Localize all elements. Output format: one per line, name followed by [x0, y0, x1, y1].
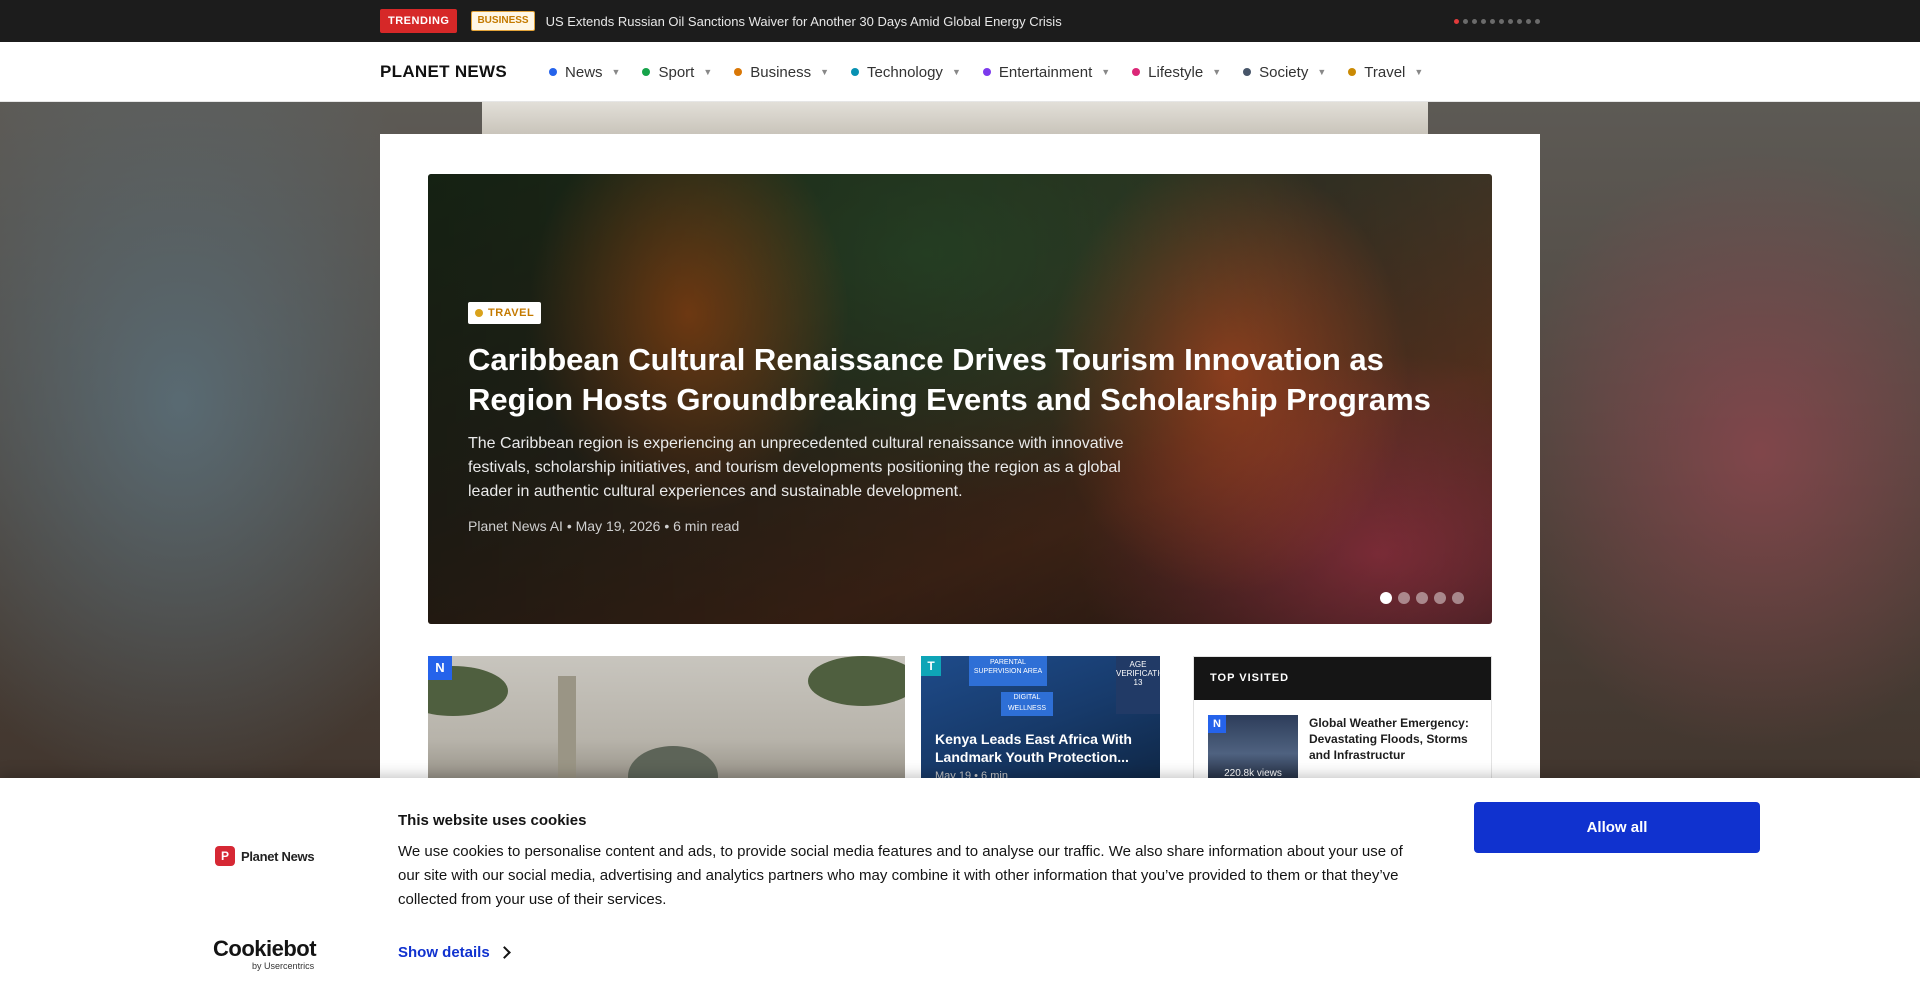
- show-details-link[interactable]: Show details: [398, 944, 511, 961]
- nav-item-news[interactable]: News ▼: [549, 64, 620, 81]
- allow-all-button[interactable]: Allow all: [1474, 802, 1760, 853]
- chevron-down-icon[interactable]: ▼: [1414, 67, 1423, 77]
- trending-dot[interactable]: [1481, 18, 1486, 24]
- trending-dot[interactable]: [1454, 18, 1459, 24]
- nav-item-label: Lifestyle: [1148, 63, 1204, 81]
- image-sign: PARENTAL SUPERVISION AREA: [969, 656, 1047, 686]
- top-visited-thumbnail[interactable]: N 220.8k views: [1208, 715, 1298, 785]
- hero-content: TRAVEL Caribbean Cultural Renaissance Dr…: [468, 302, 1448, 534]
- card-title-link[interactable]: Kenya Leads East Africa With Landmark Yo…: [935, 730, 1150, 766]
- top-visited-item[interactable]: N 220.8k views Global Weather Emergency:…: [1208, 715, 1483, 785]
- category-dot-icon: [642, 68, 651, 76]
- chevron-down-icon[interactable]: ▼: [1317, 67, 1326, 77]
- top-visited-title-link[interactable]: Global Weather Emergency: Devastating Fl…: [1309, 715, 1483, 785]
- category-dot-icon: [549, 68, 558, 76]
- background-newspaper-strip: [482, 102, 1428, 134]
- category-letter-badge: N: [428, 656, 452, 680]
- nav-item-label: Travel: [1364, 63, 1406, 81]
- cookiebot-wordmark: Cookiebot: [213, 936, 317, 961]
- trending-dot[interactable]: [1508, 18, 1513, 24]
- category-dot-icon: [475, 309, 483, 317]
- show-details-label: Show details: [398, 944, 490, 961]
- category-dot-icon: [1132, 68, 1141, 76]
- top-visited-widget: TOP VISITED N 220.8k views Global Weathe…: [1193, 656, 1492, 796]
- top-visited-header: TOP VISITED: [1194, 657, 1491, 700]
- hero-meta: Planet News AI • May 19, 2026 • 6 min re…: [468, 518, 740, 534]
- cookie-text: We use cookies to personalise content an…: [398, 843, 1403, 908]
- chevron-down-icon[interactable]: ▼: [1212, 67, 1221, 77]
- article-card-large[interactable]: N: [428, 656, 905, 796]
- nav-item-label: Business: [750, 63, 812, 81]
- chevron-down-icon[interactable]: ▼: [820, 67, 829, 77]
- palm-shape: [808, 656, 905, 706]
- hero-slide-dot[interactable]: [1416, 592, 1428, 604]
- brand-mark-icon: P: [215, 846, 235, 866]
- navbar-inner: PLANET NEWS News ▼ Sport ▼ Business ▼ Technolo…: [380, 42, 1540, 102]
- chevron-down-icon[interactable]: ▼: [1101, 67, 1110, 77]
- chevron-right-icon: [497, 946, 511, 959]
- hero-slide-dot[interactable]: [1434, 592, 1446, 604]
- trending-pagination: [1454, 18, 1540, 24]
- hero-category-badge[interactable]: TRAVEL: [468, 302, 542, 324]
- article-card-small[interactable]: T PARENTAL SUPERVISION AREA DIGITAL WELL…: [921, 656, 1160, 796]
- nav-menu: News ▼ Sport ▼ Business ▼ Technology ▼ Entertain…: [549, 64, 1445, 81]
- trending-dot[interactable]: [1526, 18, 1531, 24]
- chevron-down-icon[interactable]: ▼: [703, 67, 712, 77]
- trending-dot[interactable]: [1463, 18, 1468, 24]
- hero-slide-dot[interactable]: [1452, 592, 1464, 604]
- nav-item-label: Technology: [867, 63, 943, 81]
- nav-item-society[interactable]: Society ▼: [1243, 64, 1326, 81]
- nav-item-entertainment[interactable]: Entertainment ▼: [982, 63, 1110, 81]
- nav-item-label: Entertainment: [998, 63, 1093, 81]
- trending-bar-inner: TRENDING BUSINESS US Extends Russian Oil…: [380, 8, 1540, 34]
- nav-item-label: News: [565, 63, 603, 81]
- image-sign: AGE VERIFICATION 13: [1116, 656, 1160, 714]
- trending-badge: TRENDING: [380, 9, 458, 33]
- hero-description: The Caribbean region is experiencing an …: [468, 435, 1124, 500]
- nav-item-travel[interactable]: Travel ▼: [1348, 64, 1423, 81]
- category-badge[interactable]: BUSINESS: [471, 11, 535, 31]
- image-sign: DIGITAL WELLNESS: [1001, 692, 1053, 716]
- nav-item-label: Sport: [658, 63, 695, 81]
- category-dot-icon: [734, 68, 743, 76]
- cookie-title: This website uses cookies: [398, 812, 587, 829]
- nav-item-lifestyle[interactable]: Lifestyle ▼: [1132, 64, 1221, 81]
- hero-pagination: [1380, 592, 1464, 604]
- trending-bar: TRENDING BUSINESS US Extends Russian Oil…: [0, 0, 1920, 42]
- chevron-down-icon[interactable]: ▼: [612, 67, 621, 77]
- main-navbar: PLANET NEWS News ▼ Sport ▼ Business ▼ Technolo…: [0, 42, 1920, 102]
- brand-name: Planet News: [241, 848, 315, 864]
- site-logo[interactable]: PLANET NEWS: [380, 62, 507, 82]
- category-letter-badge: N: [1208, 715, 1226, 733]
- category-dot-icon: [982, 68, 991, 76]
- nav-item-label: Society: [1259, 63, 1309, 81]
- nav-item-technology[interactable]: Technology ▼: [851, 64, 961, 81]
- trending-dot[interactable]: [1499, 18, 1504, 24]
- category-letter-badge: T: [921, 656, 941, 676]
- trending-dot[interactable]: [1535, 18, 1540, 24]
- site-brand-logo: P Planet News: [215, 846, 315, 866]
- category-dot-icon: [851, 68, 860, 76]
- hero-slide-dot[interactable]: [1398, 592, 1410, 604]
- hero-title-link[interactable]: Caribbean Cultural Renaissance Drives To…: [468, 340, 1438, 420]
- chevron-down-icon[interactable]: ▼: [952, 67, 961, 77]
- hero-category-label: TRAVEL: [488, 307, 535, 319]
- hero-slider[interactable]: TRAVEL Caribbean Cultural Renaissance Dr…: [428, 174, 1492, 624]
- cookiebot-logo[interactable]: Cookiebot by Usercentrics: [213, 936, 317, 972]
- nav-item-business[interactable]: Business ▼: [734, 64, 829, 81]
- category-dot-icon: [1243, 68, 1252, 76]
- trending-headline-link[interactable]: US Extends Russian Oil Sanctions Waiver …: [546, 14, 1062, 29]
- trending-dot[interactable]: [1490, 18, 1495, 24]
- cookie-consent-banner: P Planet News Cookiebot by Usercentrics …: [0, 778, 1920, 993]
- category-dot-icon: [1348, 68, 1357, 76]
- cookiebot-subtitle: by Usercentrics: [252, 961, 315, 971]
- hero-slide-dot[interactable]: [1380, 592, 1392, 604]
- nav-item-sport[interactable]: Sport ▼: [642, 64, 712, 81]
- trending-dot[interactable]: [1517, 18, 1522, 24]
- trending-dot[interactable]: [1472, 18, 1477, 24]
